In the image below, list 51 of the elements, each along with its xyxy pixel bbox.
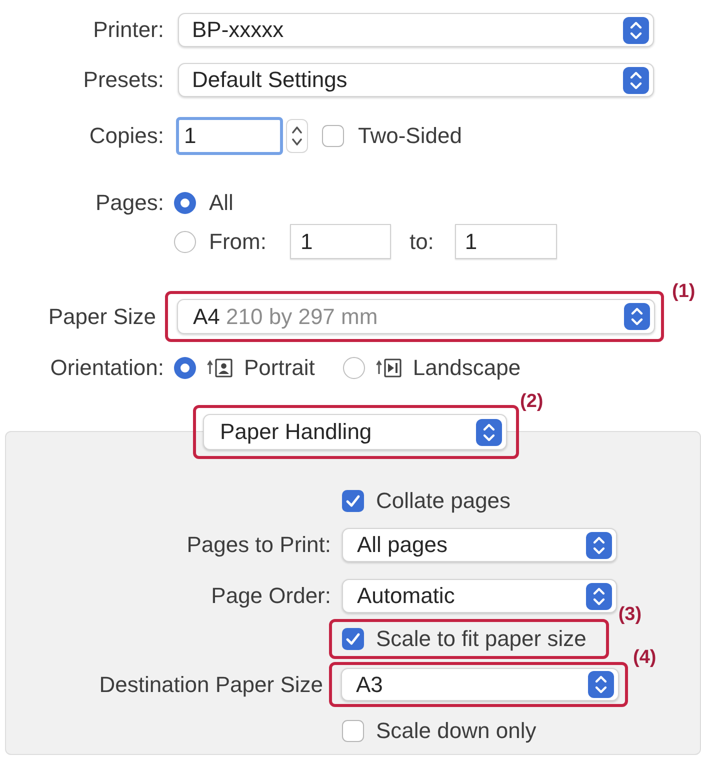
field-label: Printer:	[92, 17, 164, 43]
copies-field[interactable]: 1	[176, 117, 283, 155]
radio-button[interactable]	[174, 192, 196, 214]
field-label: to:	[409, 228, 434, 254]
up-down-arrows-icon	[586, 532, 612, 558]
radio-label: Landscape	[412, 355, 521, 381]
landscape-orientation-icon	[376, 358, 402, 378]
radio-label: From:	[209, 228, 266, 254]
field-label: Destination Paper Size	[98, 672, 324, 698]
callout-label: (3)	[618, 604, 642, 626]
up-down-arrows-icon	[476, 418, 502, 446]
page-to-field[interactable]: 1	[454, 224, 557, 259]
radio-button[interactable]	[342, 357, 365, 379]
field-label: Copies:	[88, 123, 164, 149]
callout-label: (4)	[633, 647, 656, 669]
field-label: Orientation:	[49, 355, 164, 381]
radio-label: All	[209, 190, 234, 216]
dropdown[interactable]: A3	[341, 668, 619, 701]
checkbox[interactable]	[322, 125, 344, 147]
field-label: Page Order:	[210, 583, 331, 609]
checkbox[interactable]	[342, 720, 364, 742]
paper-size-dropdown[interactable]: A4 210 by 297 mm	[177, 299, 655, 334]
page-from-field[interactable]: 1	[290, 224, 392, 259]
up-down-arrows-icon	[623, 16, 649, 44]
callout-label: (1)	[672, 281, 696, 303]
up-down-arrows-icon	[588, 671, 614, 698]
field-label: Paper Size	[47, 304, 157, 330]
dropdown[interactable]: All pages	[342, 528, 617, 562]
checkbox-label: Scale down only	[376, 718, 536, 742]
checkbox-label: Scale to fit paper size	[376, 627, 586, 651]
field-label: Pages to Print:	[186, 532, 331, 558]
checkbox-label: Two-Sided	[358, 123, 462, 149]
up-down-arrows-icon	[586, 582, 612, 610]
presets-dropdown[interactable]: Default Settings	[178, 63, 654, 97]
stepper-button[interactable]	[286, 119, 308, 153]
checkbox[interactable]	[342, 490, 364, 512]
field-label: Presets:	[82, 67, 164, 93]
dropdown[interactable]: Automatic	[342, 579, 617, 613]
portrait-orientation-icon	[207, 358, 233, 378]
callout-label: (2)	[520, 391, 544, 413]
printer-dropdown[interactable]: BP-xxxxx	[178, 13, 654, 47]
radio-label: Portrait	[244, 355, 315, 381]
up-down-arrows-icon	[624, 303, 650, 330]
radio-button[interactable]	[174, 357, 196, 379]
up-down-arrows-icon	[291, 124, 303, 148]
up-down-arrows-icon	[623, 66, 649, 94]
checkbox[interactable]	[342, 628, 364, 650]
section-dropdown[interactable]: Paper Handling	[203, 414, 507, 450]
radio-button[interactable]	[174, 230, 196, 252]
checkbox-label: Collate pages	[376, 488, 511, 512]
field-label: Pages:	[94, 190, 164, 216]
